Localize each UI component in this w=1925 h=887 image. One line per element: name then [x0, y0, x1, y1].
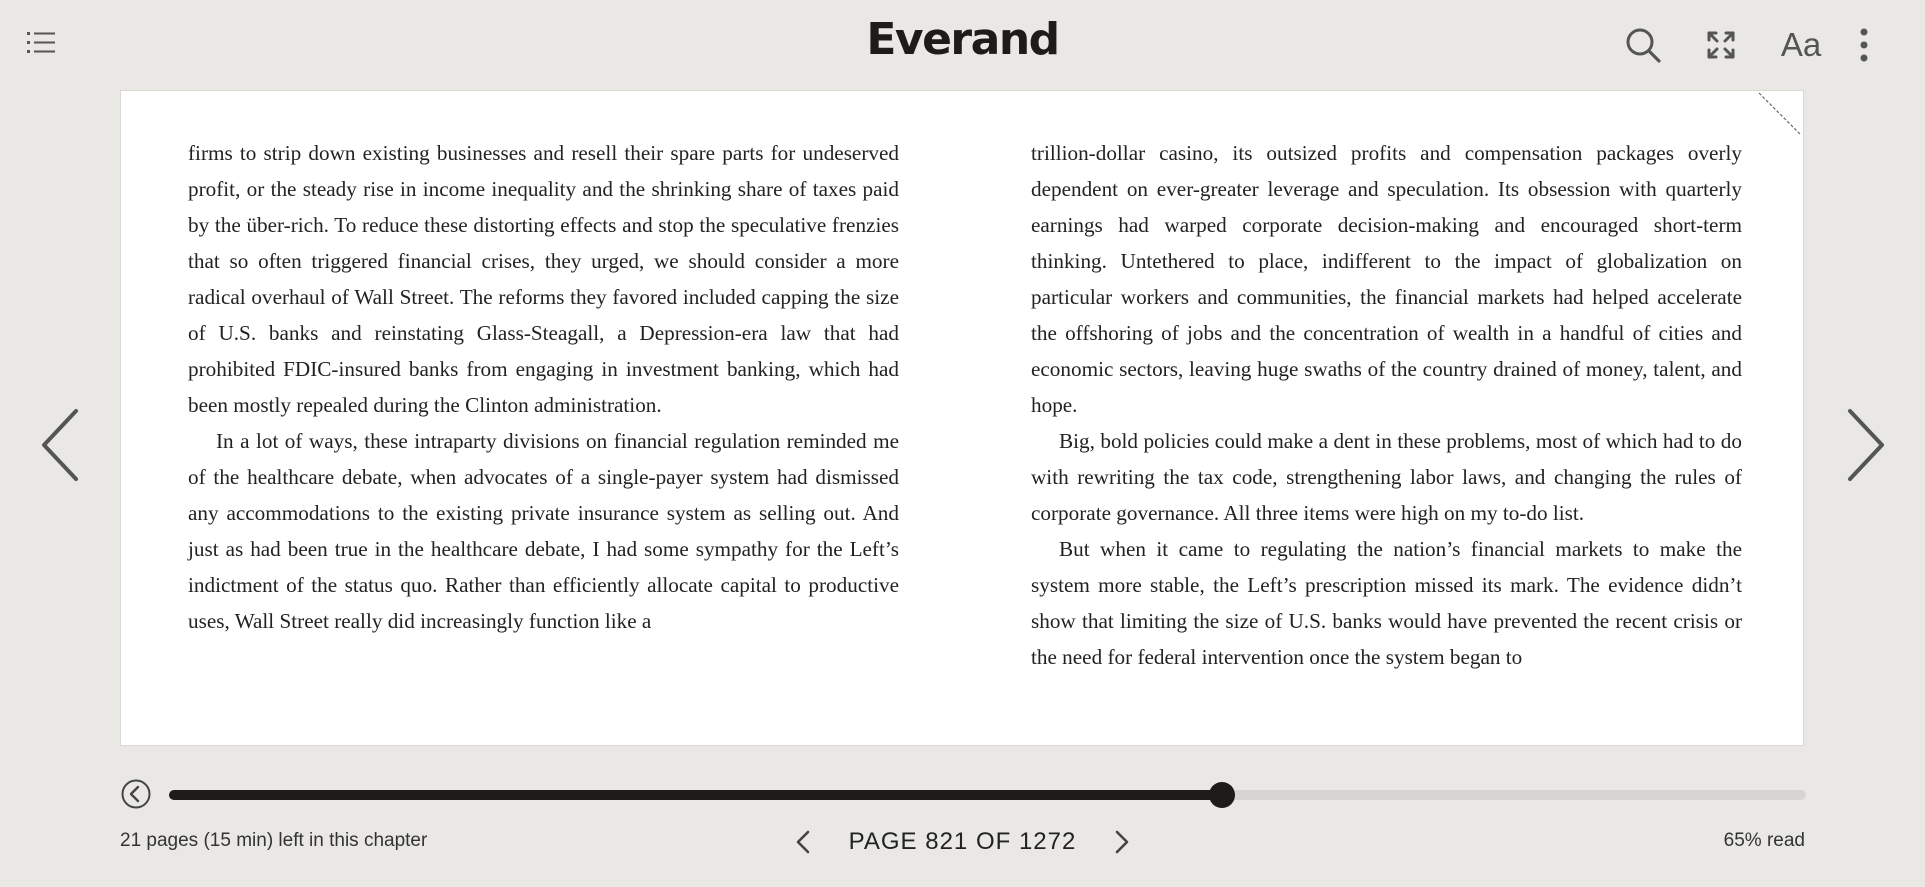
chevron-right-icon: [1116, 830, 1129, 854]
chevron-right-icon: [1848, 409, 1884, 481]
right-column: trillion-dollar casino, its outsized pro…: [1031, 135, 1742, 675]
previous-page-button[interactable]: [785, 824, 821, 860]
return-to-position-button[interactable]: [121, 779, 151, 809]
page-indicator: PAGE 821 OF 1272: [848, 828, 1077, 855]
fullscreen-icon: [1707, 31, 1735, 59]
search-icon: [1626, 28, 1661, 63]
chevron-left-icon: [42, 409, 78, 481]
paragraph: But when it came to regulating the natio…: [1031, 537, 1742, 669]
page-navigator: PAGE 821 OF 1272: [0, 824, 1925, 860]
book-page: firms to strip down existing businesses …: [120, 90, 1804, 746]
more-vertical-icon: [1860, 28, 1868, 62]
left-column: firms to strip down existing businesses …: [188, 135, 899, 639]
next-page-arrow[interactable]: [1838, 405, 1894, 485]
font-settings-button[interactable]: Aa: [1776, 22, 1826, 68]
more-options-button[interactable]: [1842, 22, 1886, 68]
percent-read-text: 65% read: [1723, 830, 1805, 851]
search-button[interactable]: [1620, 22, 1666, 68]
progress-fill: [169, 790, 1222, 800]
fullscreen-button[interactable]: [1698, 22, 1744, 68]
paragraph: In a lot of ways, these intraparty divis…: [188, 429, 899, 633]
paragraph: firms to strip down existing businesses …: [188, 141, 899, 417]
paragraph: trillion-dollar casino, its outsized pro…: [1031, 141, 1742, 417]
paragraph: Big, bold policies could make a dent in …: [1031, 429, 1742, 525]
next-page-button[interactable]: [1104, 824, 1140, 860]
previous-page-arrow[interactable]: [32, 405, 88, 485]
reading-progress-slider[interactable]: [169, 782, 1806, 808]
progress-knob[interactable]: [1208, 782, 1235, 808]
font-settings-label: Aa: [1780, 26, 1822, 63]
chevron-left-icon: [796, 830, 809, 854]
back-circle-icon: [121, 779, 151, 809]
bookmark-corner-icon[interactable]: [1755, 91, 1803, 139]
